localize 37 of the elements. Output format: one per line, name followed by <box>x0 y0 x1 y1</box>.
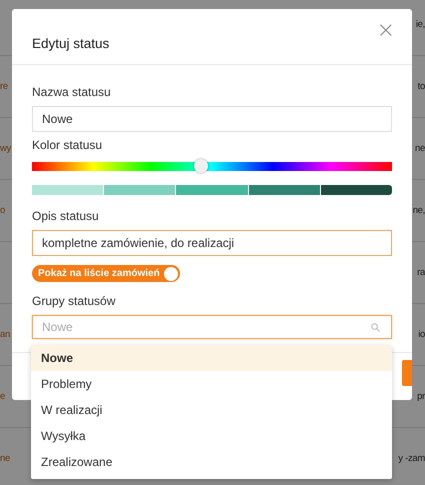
table-cell: wy <box>0 143 12 154</box>
dropdown-option[interactable]: Wysyłka <box>31 423 392 449</box>
dropdown-option[interactable]: W realizacji <box>31 397 392 423</box>
field-label: Nazwa statusu <box>32 85 111 99</box>
table-cell: e <box>0 391 5 402</box>
input-field[interactable]: kompletne zamówienie, do realizacji <box>32 230 392 256</box>
color-swatch[interactable] <box>176 185 248 195</box>
table-cell: to <box>418 81 425 92</box>
field-label: Opis statusu <box>32 209 99 223</box>
table-cell: re <box>0 81 8 92</box>
slider-handle[interactable] <box>194 159 208 173</box>
field-label: Grupy statusów <box>32 294 116 308</box>
table-cell: ne <box>415 143 425 154</box>
table-cell: pr <box>417 391 425 402</box>
close-button[interactable]: × <box>372 20 399 42</box>
table-cell: an <box>0 329 10 340</box>
dropdown-option[interactable]: Zrealizowane <box>31 449 392 475</box>
dropdown-option[interactable]: Problemy <box>31 371 392 397</box>
search-icon <box>371 323 380 332</box>
hue-slider[interactable] <box>32 162 392 171</box>
table-cell: y -zam <box>398 453 425 464</box>
save-button[interactable] <box>402 360 412 386</box>
select-field[interactable]: Nowe <box>32 315 392 339</box>
table-cell: o <box>0 205 5 216</box>
field-label: Kolor statusu <box>32 138 102 152</box>
table-cell: ne, <box>412 205 425 216</box>
color-swatch[interactable] <box>32 185 104 195</box>
table-cell: ne <box>0 453 10 464</box>
dropdown-option[interactable]: Nowe <box>31 345 392 371</box>
table-cell: ra <box>417 267 425 278</box>
color-swatch[interactable] <box>104 185 176 195</box>
dialog-title: Edytuj status <box>32 36 110 51</box>
input-field[interactable]: Nowe <box>32 106 392 132</box>
table-cell: io <box>418 329 425 340</box>
color-swatch[interactable] <box>320 185 392 195</box>
color-swatch[interactable] <box>248 185 320 195</box>
table-cell: ie, <box>416 19 425 30</box>
